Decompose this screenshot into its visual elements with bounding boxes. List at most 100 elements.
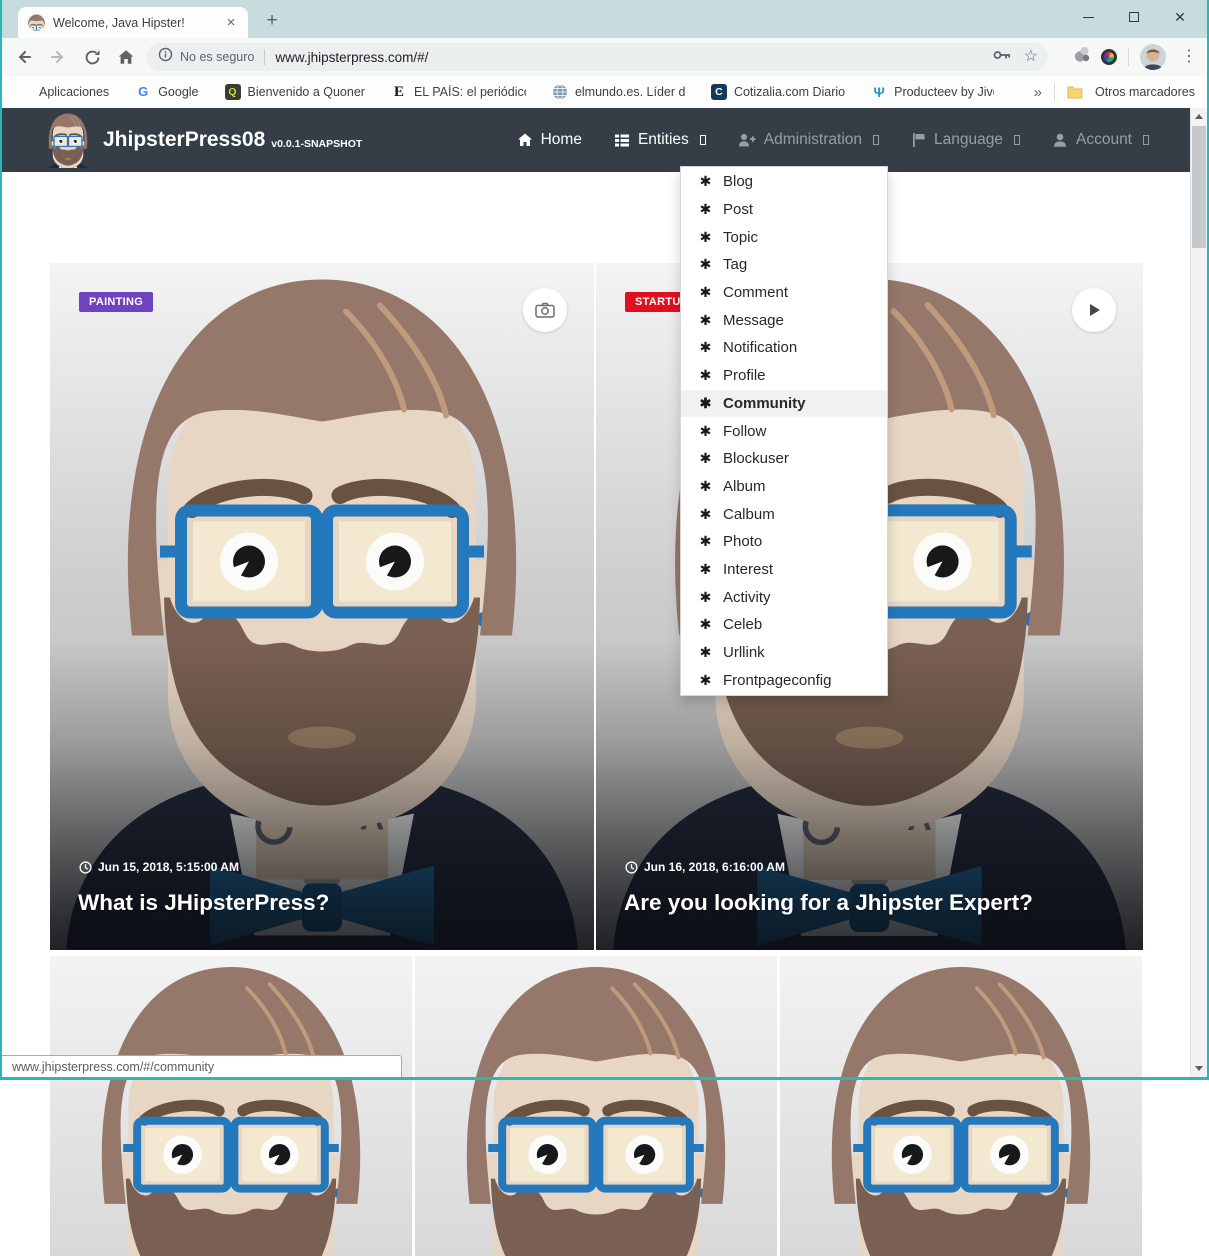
- scroll-down-button[interactable]: [1191, 1060, 1207, 1077]
- menu-item-label: Urllink: [723, 644, 765, 661]
- play-button[interactable]: [1072, 288, 1116, 332]
- brand-version: v0.0.1-SNAPSHOT: [271, 138, 362, 150]
- clock-icon: [79, 861, 92, 874]
- menu-item-label: Photo: [723, 533, 762, 550]
- bookmark-label: Cotizalia.com Diario: [734, 85, 845, 99]
- clock-icon: [625, 861, 638, 874]
- menu-item-photo[interactable]: ✱ Photo: [681, 528, 887, 556]
- nav-item-administration[interactable]: Administration: [738, 131, 879, 149]
- menu-item-interest[interactable]: ✱ Interest: [681, 556, 887, 584]
- url-text[interactable]: www.jhipsterpress.com/#/: [275, 50, 428, 65]
- menu-item-urllink[interactable]: ✱Urllink: [681, 639, 887, 667]
- menu-item-label: Community: [723, 395, 806, 412]
- app-navbar: JhipsterPress08 v0.0.1-SNAPSHOT Home Ent…: [0, 108, 1209, 172]
- menu-item-message[interactable]: ✱Message: [681, 306, 887, 334]
- brand-name: JhipsterPress08: [103, 128, 265, 152]
- nav-item-label: Entities: [638, 131, 689, 149]
- brand[interactable]: JhipsterPress08 v0.0.1-SNAPSHOT: [45, 112, 362, 168]
- menu-item-activity[interactable]: ✱Activity: [681, 583, 887, 611]
- scroll-up-button[interactable]: [1191, 108, 1207, 125]
- extension-spheres-icon[interactable]: [1073, 46, 1090, 68]
- camera-button[interactable]: [523, 288, 567, 332]
- reload-button[interactable]: [80, 45, 104, 69]
- extension-colorwheel-icon[interactable]: [1101, 49, 1117, 65]
- nav-item-account[interactable]: Account: [1052, 131, 1149, 149]
- browser-tab[interactable]: Welcome, Java Hipster! ×: [18, 7, 248, 38]
- post-card-small[interactable]: [415, 956, 777, 1256]
- menu-item-topic[interactable]: ✱Topic: [681, 223, 887, 251]
- browser-toolbar: No es seguro www.jhipsterpress.com/#/ ☆ …: [0, 38, 1209, 76]
- post-title[interactable]: What is JHipsterPress?: [78, 890, 329, 916]
- bookmark-elpais[interactable]: E EL PAÍS: el periódico: [391, 84, 526, 100]
- tab-close-icon[interactable]: ×: [222, 14, 240, 31]
- bookmarks-separator: [1054, 83, 1055, 101]
- menu-item-label: Post: [723, 201, 753, 218]
- nav-menu: Home Entities Administration Language Ac…: [517, 131, 1209, 149]
- bookmarks-overflow-icon[interactable]: »: [1034, 84, 1042, 101]
- profile-avatar[interactable]: [1140, 44, 1166, 70]
- bookmark-elmundo[interactable]: elmundo.es. Líder de: [552, 84, 685, 100]
- hipster-avatar-illustration: [780, 959, 1142, 1256]
- bookmark-google[interactable]: G Google: [135, 84, 198, 100]
- nav-item-home[interactable]: Home: [517, 131, 582, 149]
- menu-item-profile[interactable]: ✱Profile: [681, 362, 887, 390]
- maximize-button[interactable]: [1111, 0, 1157, 34]
- info-icon[interactable]: [158, 47, 173, 67]
- menu-item-album[interactable]: ✱Album: [681, 473, 887, 501]
- forward-button[interactable]: [46, 45, 70, 69]
- bookmark-aplicaciones[interactable]: Aplicaciones: [16, 84, 109, 100]
- password-key-icon[interactable]: [993, 48, 1012, 67]
- back-button[interactable]: [12, 45, 36, 69]
- security-label[interactable]: No es seguro: [180, 50, 254, 64]
- category-badge[interactable]: PAINTING: [79, 292, 153, 312]
- minimize-button[interactable]: [1065, 0, 1111, 34]
- post-date-text: Jun 16, 2018, 6:16:00 AM: [644, 860, 785, 874]
- post-card-small[interactable]: [50, 956, 412, 1256]
- browser-menu-icon[interactable]: ⋮: [1177, 49, 1201, 65]
- nav-item-language[interactable]: Language: [911, 131, 1020, 149]
- menu-item-frontpageconfig[interactable]: ✱Frontpageconfig: [681, 666, 887, 694]
- menu-item-blockuser[interactable]: ✱Blockuser: [681, 445, 887, 473]
- menu-item-tag[interactable]: ✱Tag: [681, 251, 887, 279]
- address-bar[interactable]: No es seguro www.jhipsterpress.com/#/ ☆: [146, 43, 1048, 71]
- scrollbar-thumb[interactable]: [1192, 126, 1206, 248]
- menu-item-follow[interactable]: ✱Follow: [681, 417, 887, 445]
- new-tab-button[interactable]: +: [258, 8, 286, 36]
- menu-item-label: Calbum: [723, 506, 775, 523]
- menu-item-community[interactable]: ✱ Community: [681, 390, 887, 418]
- nav-item-label: Account: [1076, 131, 1132, 149]
- address-separator: [264, 49, 265, 65]
- nav-item-entities[interactable]: Entities: [614, 131, 706, 149]
- menu-item-post[interactable]: ✱Post: [681, 196, 887, 224]
- menu-item-label: Interest: [723, 561, 773, 578]
- bookmarks-bar: Aplicaciones G Google Q Bienvenido a Quo…: [0, 76, 1209, 108]
- caret-icon: [1143, 135, 1149, 145]
- close-button[interactable]: ✕: [1157, 0, 1203, 34]
- asterisk-icon: ✱: [698, 395, 713, 412]
- post-card-painting[interactable]: PAINTING Jun 15, 2018, 5:15:00 AM What i…: [50, 263, 594, 950]
- elpais-icon: E: [391, 84, 407, 100]
- bookmark-quoner[interactable]: Q Bienvenido a Quoner: [225, 84, 365, 100]
- post-title[interactable]: Are you looking for a Jhipster Expert?: [624, 890, 1033, 916]
- bookmark-cotizalia[interactable]: C Cotizalia.com Diario: [711, 84, 845, 100]
- home-button[interactable]: [114, 45, 138, 69]
- menu-item-celeb[interactable]: ✱Celeb: [681, 611, 887, 639]
- nav-item-label: Administration: [764, 131, 862, 149]
- menu-item-calbum[interactable]: ✱ Calbum: [681, 500, 887, 528]
- menu-item-notification[interactable]: ✱Notification: [681, 334, 887, 362]
- window-title-bar: Welcome, Java Hipster! × + ✕: [0, 0, 1209, 38]
- asterisk-icon: ✱: [698, 533, 713, 550]
- bookmark-star-icon[interactable]: ☆: [1024, 49, 1038, 65]
- page-scrollbar[interactable]: [1190, 108, 1207, 1077]
- asterisk-icon: ✱: [698, 561, 713, 578]
- bookmark-producteev[interactable]: Ψ Producteev by Jive -: [871, 84, 994, 100]
- other-bookmarks-label[interactable]: Otros marcadores: [1095, 85, 1195, 99]
- menu-item-comment[interactable]: ✱Comment: [681, 279, 887, 307]
- menu-item-label: Activity: [723, 589, 771, 606]
- asterisk-icon: ✱: [698, 506, 713, 523]
- menu-item-label: Blockuser: [723, 450, 789, 467]
- folder-icon: [1067, 84, 1083, 100]
- post-card-small[interactable]: [780, 956, 1142, 1256]
- nav-item-label: Home: [541, 131, 582, 149]
- menu-item-blog[interactable]: ✱Blog: [681, 168, 887, 196]
